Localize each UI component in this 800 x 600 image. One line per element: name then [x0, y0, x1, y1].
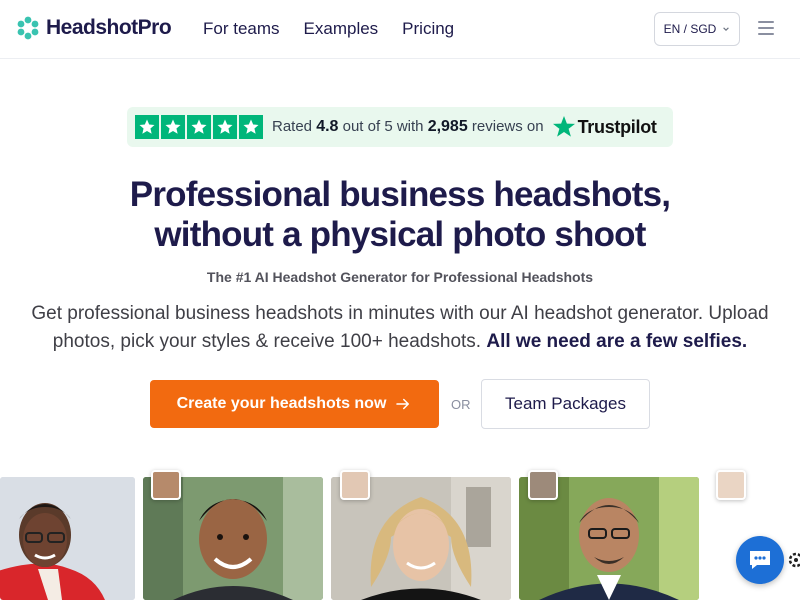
language-currency-selector[interactable]: EN / SGD: [654, 12, 740, 46]
page-title: Professional business headshots, without…: [0, 175, 800, 255]
star-icon: [135, 115, 159, 139]
hero-description: Get professional business headshots in m…: [20, 300, 780, 356]
selfie-thumbnail-3: [528, 470, 558, 500]
title-line-2: without a physical photo shoot: [154, 215, 646, 254]
rating-out-of: out of 5 with: [342, 118, 424, 135]
or-divider: OR: [451, 397, 471, 412]
rating-text: Rated 4.8 out of 5 with 2,985 reviews on: [272, 118, 544, 136]
arrow-right-icon: [396, 398, 410, 410]
trustpilot-rating-banner[interactable]: Rated 4.8 out of 5 with 2,985 reviews on…: [127, 107, 673, 147]
trustpilot-star-icon: [552, 116, 575, 137]
reviews-on-label: reviews on: [471, 118, 544, 135]
nav-link-for-teams[interactable]: For teams: [203, 19, 280, 39]
selfie-thumbnail-1: [151, 470, 181, 500]
main-nav: For teams Examples Pricing: [203, 19, 454, 39]
headshot-photo-1: [0, 477, 135, 600]
gear-icon[interactable]: [784, 549, 800, 571]
selfie-thumbnail-4: [716, 470, 746, 500]
rating-stars: [135, 115, 263, 139]
selfie-thumbnail-2: [340, 470, 370, 500]
rated-prefix: Rated: [272, 118, 313, 135]
trustpilot-logo: Trustpilot: [552, 115, 657, 139]
team-packages-button[interactable]: Team Packages: [481, 379, 650, 429]
review-count: 2,985: [427, 118, 468, 135]
create-headshots-button[interactable]: Create your headshots now: [150, 380, 439, 428]
star-icon: [213, 115, 237, 139]
brand-name: HeadshotPro: [46, 16, 172, 39]
hamburger-menu-icon[interactable]: [758, 21, 774, 35]
nav-link-pricing[interactable]: Pricing: [402, 19, 454, 39]
star-icon: [239, 115, 263, 139]
page-subtitle: The #1 AI Headshot Generator for Profess…: [206, 269, 594, 285]
brand-logo[interactable]: HeadshotPro: [16, 16, 172, 40]
chat-bubble-icon[interactable]: [736, 536, 784, 584]
nav-link-examples[interactable]: Examples: [304, 19, 379, 39]
rating-value: 4.8: [316, 118, 339, 135]
star-icon: [187, 115, 211, 139]
trustpilot-wordmark: Trustpilot: [577, 116, 657, 137]
headshotpro-logo-icon: [17, 16, 39, 40]
create-headshots-label: Create your headshots now: [176, 395, 387, 412]
language-label: EN / SGD: [663, 22, 717, 36]
star-icon: [161, 115, 185, 139]
description-bold: All we need are a few selfies.: [486, 331, 748, 352]
chevron-down-icon: [723, 27, 730, 31]
top-navbar: HeadshotPro For teams Examples Pricing E…: [0, 0, 800, 59]
title-line-1: Professional business headshots,: [129, 175, 671, 214]
